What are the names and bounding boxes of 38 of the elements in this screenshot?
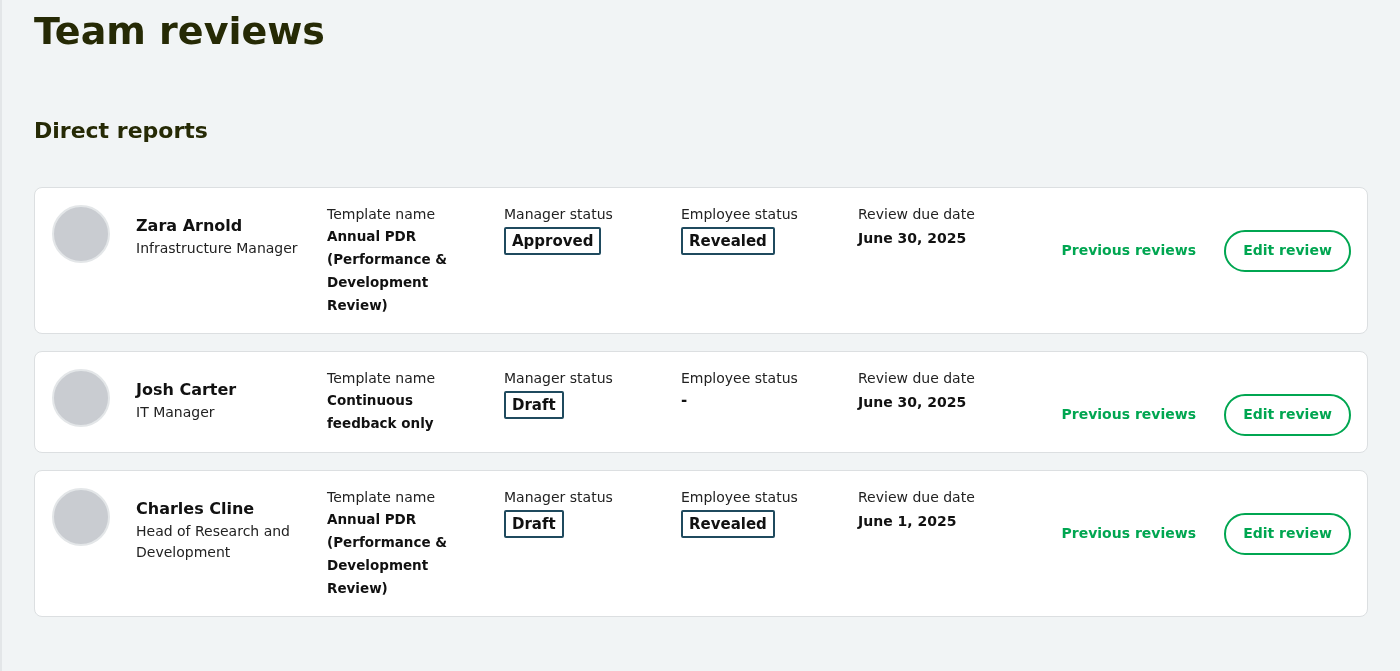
edit-review-button[interactable]: Edit review [1224,229,1351,272]
field-label: Review due date [858,204,976,224]
status-badge: Approved [504,226,602,255]
employee-name: Zara Arnold [136,214,244,237]
section-title: Direct reports [34,116,209,145]
edit-review-button[interactable]: Edit review [1224,393,1351,436]
field-label: Manager status [504,368,614,388]
employee-role: Infrastructure Manager [136,238,299,258]
field-label: Review due date [858,368,976,388]
previous-reviews-link[interactable]: Previous reviews [1061,240,1196,261]
field-label: Template name [327,487,437,507]
page-title: Team reviews [34,8,326,55]
employee-name: Charles Cline [136,497,256,520]
previous-reviews-link[interactable]: Previous reviews [1061,404,1196,425]
employee-role: IT Manager [136,402,216,422]
field-label: Employee status [681,204,799,224]
edit-review-button[interactable]: Edit review [1224,512,1351,555]
field-label: Template name [327,204,437,224]
due-date: June 30, 2025 [858,392,968,412]
template-name: Annual PDR (Performance & Development Review) [327,226,449,315]
field-label: Employee status [681,487,799,507]
employee-name: Josh Carter [136,378,238,401]
status-text: - [681,389,689,411]
status-badge: Draft [504,390,564,419]
status-badge: Draft [504,509,564,538]
field-label: Manager status [504,204,614,224]
template-name: Continuous feedback only [327,390,435,433]
status-badge: Revealed [681,226,775,255]
field-label: Manager status [504,487,614,507]
field-label: Template name [327,368,437,388]
employee-role: Head of Research and Development [136,521,291,562]
template-name: Annual PDR (Performance & Development Review) [327,509,449,598]
due-date: June 30, 2025 [858,228,968,248]
due-date: June 1, 2025 [858,511,958,531]
field-label: Employee status [681,368,799,388]
previous-reviews-link[interactable]: Previous reviews [1061,523,1196,544]
status-badge: Revealed [681,509,775,538]
field-label: Review due date [858,487,976,507]
